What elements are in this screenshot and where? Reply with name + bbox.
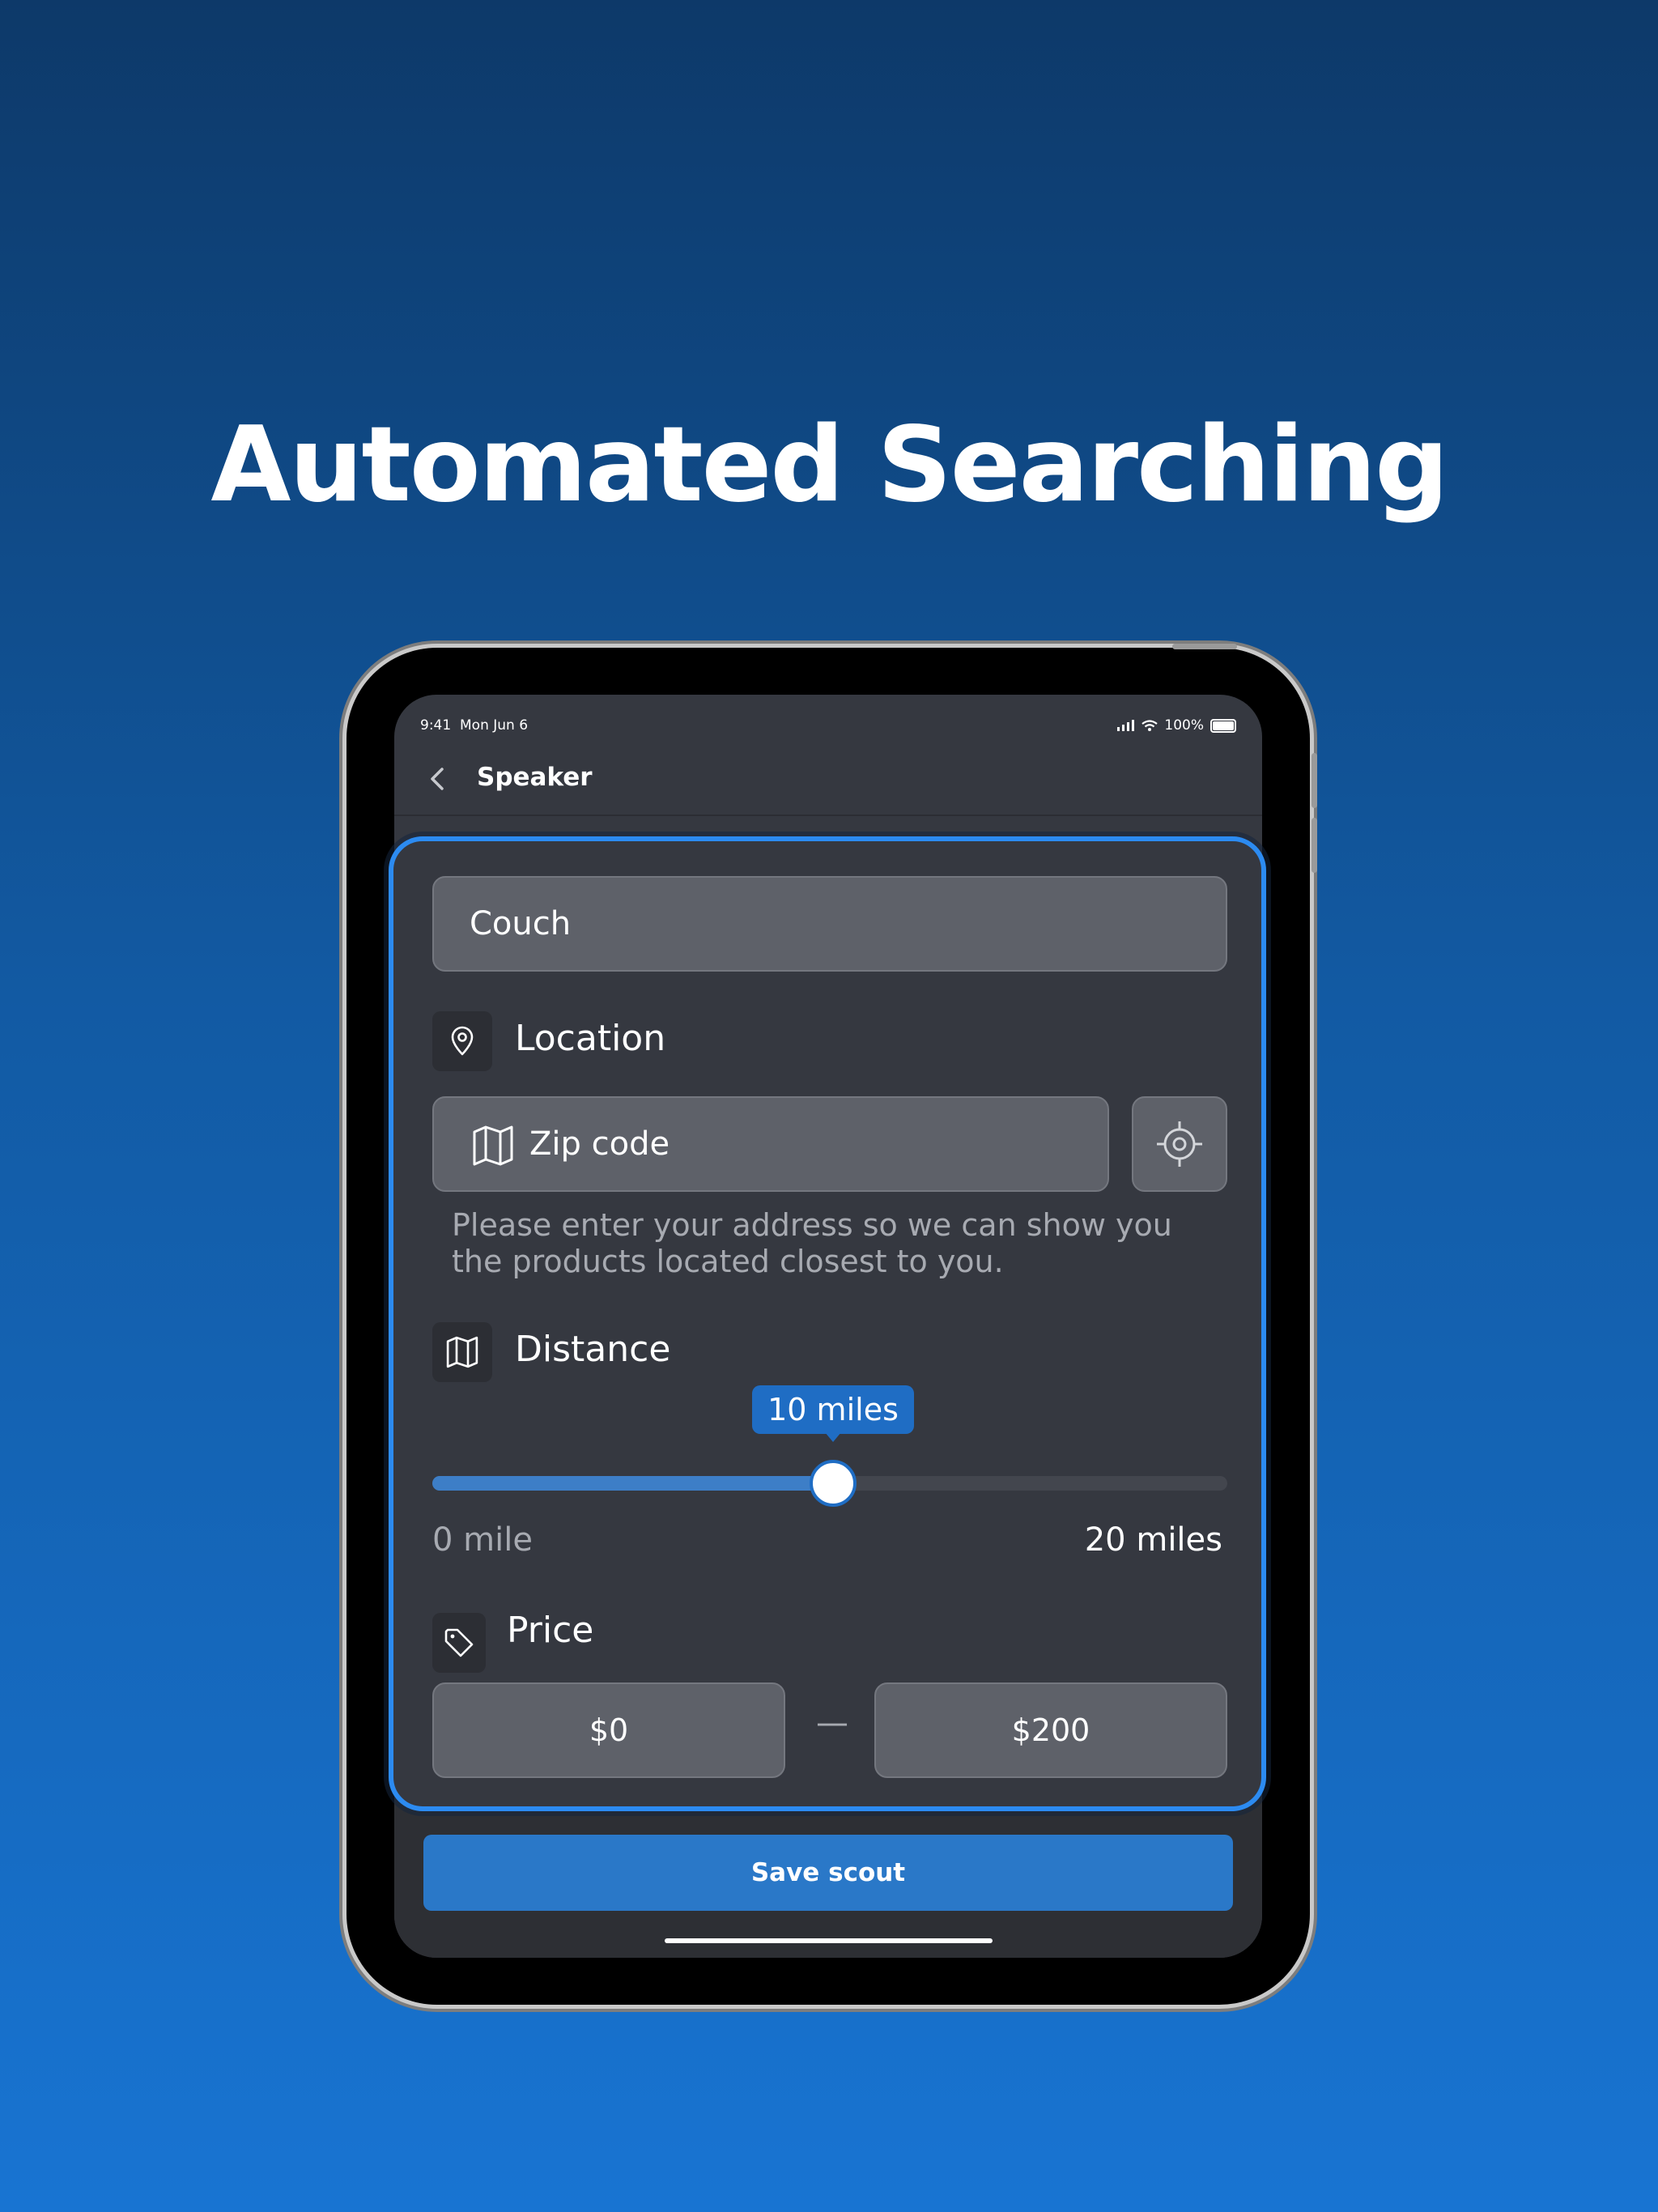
distance-label: Distance [515, 1329, 671, 1370]
distance-slider-fill [432, 1476, 830, 1491]
chevron-left-icon[interactable] [423, 764, 453, 793]
location-icon-box [432, 1011, 492, 1071]
volume-down-button [1312, 818, 1317, 873]
status-time: 9:41 Mon Jun 6 [420, 717, 528, 734]
headline: Automated Searching [210, 405, 1448, 525]
status-indicators: 100% [1117, 717, 1236, 734]
price-icon-box [432, 1613, 486, 1673]
wifi-icon [1141, 720, 1158, 731]
distance-min-label: 0 mile [432, 1521, 533, 1559]
distance-slider-thumb[interactable] [810, 1460, 857, 1507]
home-indicator [665, 1938, 993, 1943]
battery-icon [1210, 718, 1236, 733]
current-location-button[interactable] [1132, 1096, 1227, 1192]
status-clock: 9:41 [420, 717, 452, 734]
distance-icon-box [432, 1322, 492, 1382]
page-title: Speaker [477, 763, 593, 792]
status-date: Mon Jun 6 [460, 717, 529, 734]
battery-percent: 100% [1164, 717, 1204, 734]
volume-up-button [1312, 753, 1317, 808]
status-bar: 9:41 Mon Jun 6 100% [420, 714, 1236, 738]
search-input[interactable]: Couch [432, 876, 1227, 972]
zip-code-input[interactable]: Zip code [432, 1096, 1109, 1192]
zip-code-placeholder: Zip code [529, 1125, 670, 1163]
top-button [1172, 644, 1237, 649]
price-label: Price [507, 1610, 594, 1651]
map-icon [473, 1125, 513, 1166]
map-icon [446, 1336, 478, 1368]
scout-form-card: Couch Location Zip code Please enter you… [389, 836, 1266, 1811]
navigation-bar: Speaker [394, 745, 1262, 816]
signal-icon [1117, 720, 1135, 731]
distance-value-tooltip: 10 miles [752, 1385, 914, 1442]
price-max-input[interactable]: $200 [874, 1682, 1227, 1778]
save-scout-button[interactable]: Save scout [423, 1835, 1233, 1911]
location-helper-text: Please enter your address so we can show… [452, 1207, 1172, 1279]
crosshair-icon [1157, 1121, 1202, 1167]
distance-slider-track[interactable] [432, 1460, 1227, 1507]
price-min-input[interactable]: $0 [432, 1682, 785, 1778]
price-separator: — [816, 1704, 848, 1742]
map-pin-icon [451, 1026, 474, 1056]
distance-max-label: 20 miles [1084, 1521, 1222, 1559]
price-tag-icon [444, 1628, 474, 1657]
location-label: Location [515, 1018, 666, 1059]
bottom-bar: Save scout [394, 1796, 1262, 1958]
